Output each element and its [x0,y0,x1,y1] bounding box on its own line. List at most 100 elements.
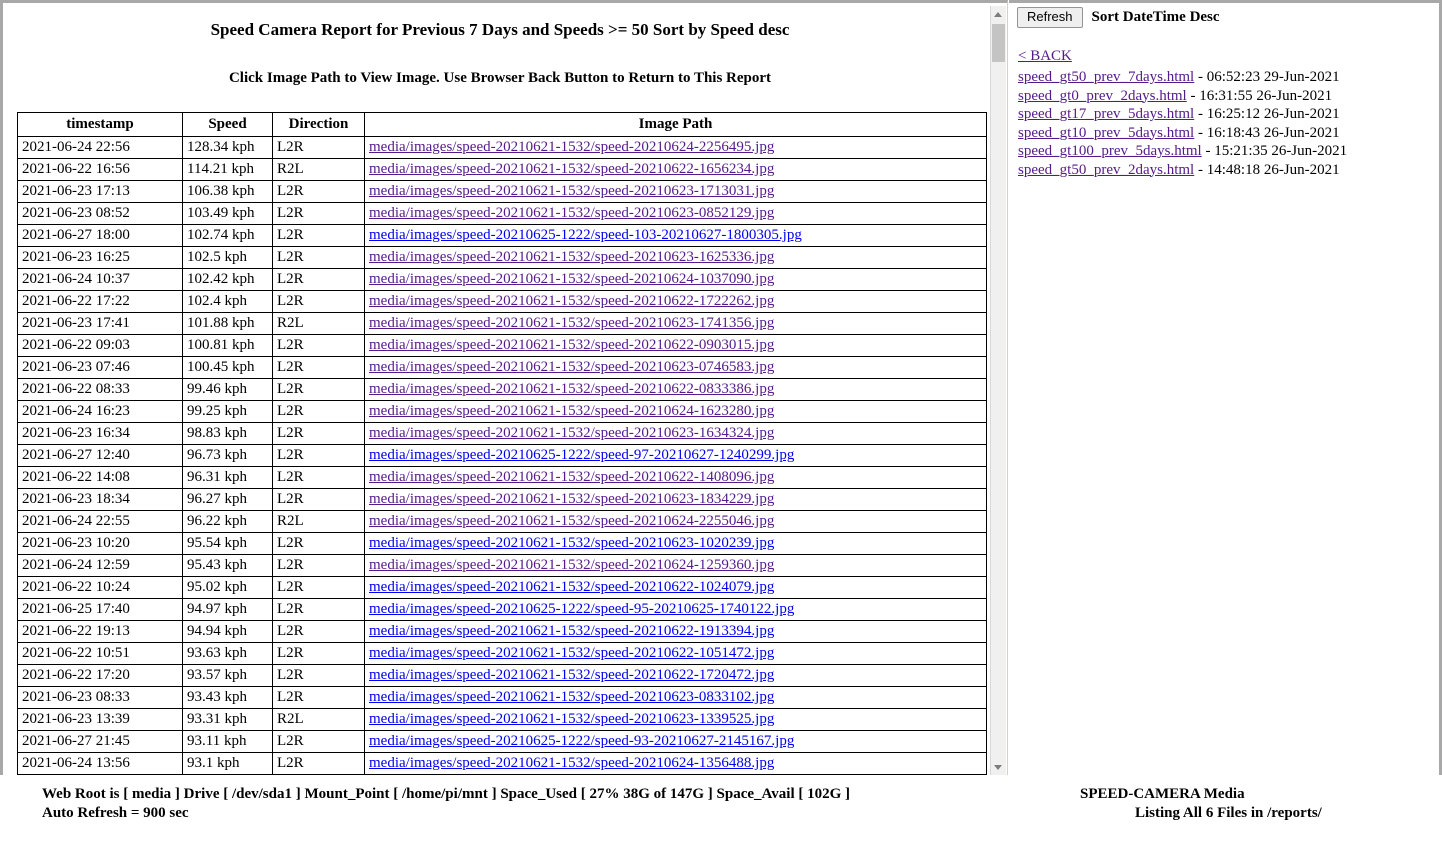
cell-timestamp: 2021-06-22 17:20 [17,664,183,687]
image-path-link[interactable]: media/images/speed-20210621-1532/speed-2… [369,557,774,573]
table-row: 2021-06-23 17:13 106.38 kph L2R media/image… [17,180,987,203]
cell-direction: L2R [272,598,365,621]
page-subtitle: Click Image Path to View Image. Use Brow… [228,70,772,86]
cell-image-path: media/images/speed-20210621-1532/speed-2… [364,422,987,445]
cell-direction: L2R [272,422,365,445]
table-row: 2021-06-24 12:59 95.43 kph L2R media/images… [17,554,987,577]
table-row: 2021-06-22 09:03 100.81 kph L2R media/image… [17,334,987,357]
cell-image-path: media/images/speed-20210621-1532/speed-2… [364,180,987,203]
status-media-title: SPEED-CAMERA Media [1080,786,1245,802]
cell-timestamp: 2021-06-23 10:20 [17,532,183,555]
scroll-up-arrow-icon[interactable] [991,6,1006,22]
cell-direction: L2R [272,620,365,643]
cell-image-path: media/images/speed-20210625-1222/speed-9… [364,730,987,753]
table-row: 2021-06-22 19:13 94.94 kph L2R media/images… [17,620,987,643]
scroll-down-arrow-icon[interactable] [991,759,1006,775]
image-path-link[interactable]: media/images/speed-20210621-1532/speed-2… [369,667,774,683]
image-path-link[interactable]: media/images/speed-20210621-1532/speed-2… [369,623,774,639]
scrollbar-thumb[interactable] [992,24,1005,62]
cell-speed: 95.54 kph [182,532,273,555]
cell-speed: 99.25 kph [182,400,273,423]
image-path-link[interactable]: media/images/speed-20210621-1532/speed-2… [369,469,774,485]
image-path-link[interactable]: media/images/speed-20210625-1222/speed-9… [369,733,794,749]
report-scrollbar[interactable] [990,6,1006,775]
cell-image-path: media/images/speed-20210621-1532/speed-2… [364,202,987,225]
image-path-link[interactable]: media/images/speed-20210621-1532/speed-2… [369,139,774,155]
image-path-link[interactable]: media/images/speed-20210621-1532/speed-2… [369,579,774,595]
cell-direction: L2R [272,246,365,269]
table-row: 2021-06-23 16:34 98.83 kph L2R media/images… [17,422,987,445]
report-file-link[interactable]: speed_gt100_prev_5days.html [1018,143,1202,159]
image-path-link[interactable]: media/images/speed-20210621-1532/speed-2… [369,403,774,419]
back-link[interactable]: < BACK [1018,48,1072,64]
image-path-link[interactable]: media/images/speed-20210621-1532/speed-2… [369,711,774,727]
report-file-timestamp: - 06:52:23 29-Jun-2021 [1197,69,1340,85]
cell-speed: 94.94 kph [182,620,273,643]
cell-direction: R2L [272,708,365,731]
cell-direction: L2R [272,444,365,467]
cell-speed: 96.31 kph [182,466,273,489]
cell-speed: 93.11 kph [182,730,273,753]
cell-direction: L2R [272,224,365,247]
image-path-link[interactable]: media/images/speed-20210625-1222/speed-9… [369,447,794,463]
table-row: 2021-06-27 12:40 96.73 kph L2R media/images… [17,444,987,467]
image-path-link[interactable]: media/images/speed-20210625-1222/speed-9… [369,601,794,617]
report-file-link[interactable]: speed_gt50_prev_2days.html [1018,162,1194,178]
image-path-link[interactable]: media/images/speed-20210621-1532/speed-2… [369,513,774,529]
image-path-link[interactable]: media/images/speed-20210621-1532/speed-2… [369,205,774,221]
cell-image-path: media/images/speed-20210621-1532/speed-2… [364,554,987,577]
image-path-link[interactable]: media/images/speed-20210621-1532/speed-2… [369,161,774,177]
image-path-link[interactable]: media/images/speed-20210621-1532/speed-2… [369,271,774,287]
image-path-link[interactable]: media/images/speed-20210621-1532/speed-2… [369,337,774,353]
cell-direction: L2R [272,378,365,401]
table-row: 2021-06-22 14:08 96.31 kph L2R media/images… [17,466,987,489]
image-path-link[interactable]: media/images/speed-20210621-1532/speed-2… [369,293,774,309]
cell-image-path: media/images/speed-20210621-1532/speed-2… [364,488,987,511]
report-file-link[interactable]: speed_gt17_prev_5days.html [1018,106,1194,122]
cell-image-path: media/images/speed-20210621-1532/speed-2… [364,136,987,159]
image-path-link[interactable]: media/images/speed-20210621-1532/speed-2… [369,645,774,661]
table-row: 2021-06-23 16:25 102.5 kph L2R media/images… [17,246,987,269]
table-row: 2021-06-22 17:22 102.4 kph L2R media/images… [17,290,987,313]
image-path-link[interactable]: media/images/speed-20210621-1532/speed-2… [369,491,774,507]
table-row: 2021-06-22 17:20 93.57 kph L2R media/images… [17,664,987,687]
report-file-link[interactable]: speed_gt50_prev_7days.html [1018,69,1194,85]
cell-image-path: media/images/speed-20210621-1532/speed-2… [364,510,987,533]
cell-direction: R2L [272,158,365,181]
cell-timestamp: 2021-06-23 16:34 [17,422,183,445]
image-path-link[interactable]: media/images/speed-20210621-1532/speed-2… [369,249,774,265]
report-file-link[interactable]: speed_gt0_prev_2days.html [1018,88,1187,104]
report-scroll-area[interactable]: Speed Camera Report for Previous 7 Days … [6,6,994,775]
cell-image-path: media/images/speed-20210621-1532/speed-2… [364,642,987,665]
report-file-link[interactable]: speed_gt10_prev_5days.html [1018,125,1194,141]
image-path-link[interactable]: media/images/speed-20210621-1532/speed-2… [369,535,774,551]
image-path-link[interactable]: media/images/speed-20210625-1222/speed-1… [369,227,802,243]
cell-direction: R2L [272,510,365,533]
table-row: 2021-06-23 17:41 101.88 kph R2L media/image… [17,312,987,335]
cell-image-path: media/images/speed-20210625-1222/speed-1… [364,224,987,247]
image-path-link[interactable]: media/images/speed-20210621-1532/speed-2… [369,315,774,331]
cell-direction: L2R [272,488,365,511]
cell-timestamp: 2021-06-23 07:46 [17,356,183,379]
frameset: Speed Camera Report for Previous 7 Days … [0,0,1442,775]
cell-image-path: media/images/speed-20210621-1532/speed-2… [364,752,987,775]
image-path-link[interactable]: media/images/speed-20210621-1532/speed-2… [369,425,774,441]
cell-direction: L2R [272,334,365,357]
cell-timestamp: 2021-06-23 16:25 [17,246,183,269]
cell-speed: 93.1 kph [182,752,273,775]
cell-timestamp: 2021-06-23 17:13 [17,180,183,203]
cell-direction: L2R [272,202,365,225]
image-path-link[interactable]: media/images/speed-20210621-1532/speed-2… [369,359,774,375]
refresh-button[interactable]: Refresh [1017,7,1083,28]
image-path-link[interactable]: media/images/speed-20210621-1532/speed-2… [369,755,774,771]
report-file-timestamp: - 16:25:12 26-Jun-2021 [1197,106,1340,122]
image-path-link[interactable]: media/images/speed-20210621-1532/speed-2… [369,689,774,705]
cell-image-path: media/images/speed-20210621-1532/speed-2… [364,290,987,313]
image-path-link[interactable]: media/images/speed-20210621-1532/speed-2… [369,381,774,397]
list-item: speed_gt10_prev_5days.html - 16:18:43 26… [1018,124,1439,143]
cell-timestamp: 2021-06-23 08:52 [17,202,183,225]
image-path-link[interactable]: media/images/speed-20210621-1532/speed-2… [369,183,774,199]
report-file-timestamp: - 15:21:35 26-Jun-2021 [1205,143,1348,159]
cell-timestamp: 2021-06-22 10:24 [17,576,183,599]
cell-direction: L2R [272,730,365,753]
